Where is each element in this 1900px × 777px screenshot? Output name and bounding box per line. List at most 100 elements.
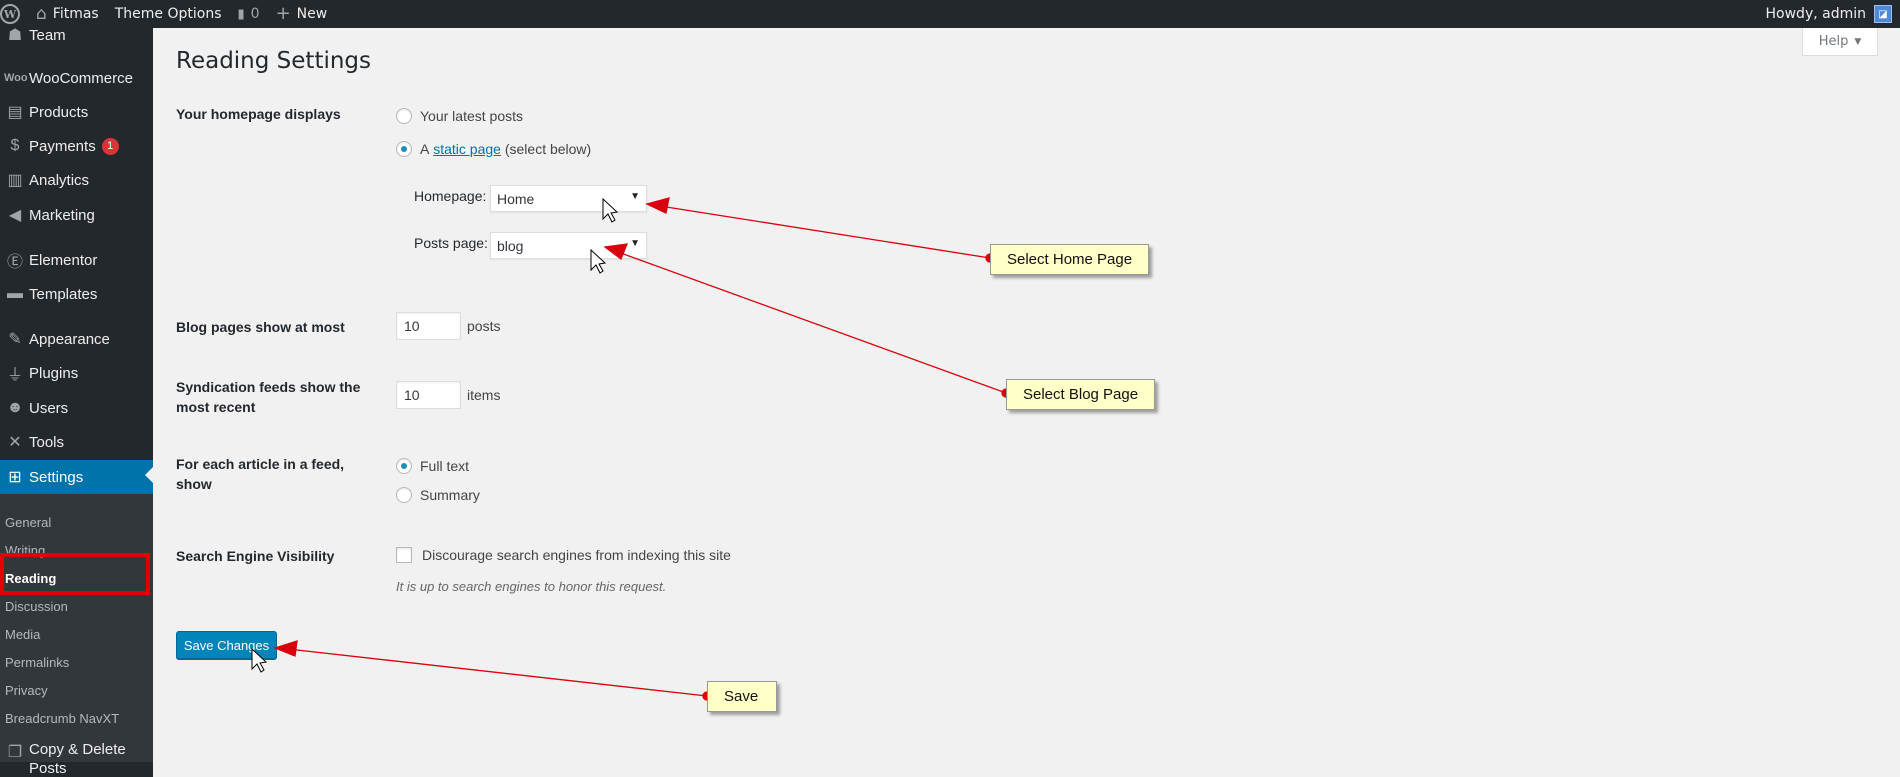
- comments-link[interactable]: ▮ 0: [230, 0, 268, 28]
- sidebar-item-marketing[interactable]: ◀ Marketing: [0, 200, 153, 230]
- option-summary[interactable]: Summary: [396, 487, 480, 503]
- copy-delete-line1: Copy & Delete: [29, 741, 126, 758]
- option-latest-posts[interactable]: Your latest posts: [396, 108, 523, 124]
- callout-select-home-page: Select Home Page: [990, 244, 1149, 275]
- submenu-media[interactable]: Media: [5, 627, 40, 642]
- howdy-text: Howdy, admin: [1765, 6, 1866, 22]
- option-full-text[interactable]: Full text: [396, 458, 469, 474]
- sidebar-item-appearance[interactable]: ✎ Appearance: [0, 324, 153, 354]
- my-account-menu[interactable]: Howdy, admin ◪: [1766, 5, 1900, 23]
- syndication-unit: items: [467, 387, 501, 403]
- sidebar-item-label: Settings: [29, 468, 84, 486]
- homepage-displays-label: Your homepage displays: [176, 106, 341, 122]
- paintbrush-icon: ✎: [8, 331, 22, 348]
- search-visibility-description: It is up to search engines to honor this…: [396, 579, 667, 594]
- woocommerce-icon: Woo: [4, 72, 28, 84]
- static-page-radio[interactable]: [396, 141, 412, 157]
- submenu-general[interactable]: General: [5, 515, 51, 530]
- static-page-prefix: A: [420, 141, 430, 157]
- help-label: Help: [1818, 34, 1849, 49]
- callout-save: Save: [707, 681, 777, 712]
- posts-page-select[interactable]: blog ▼: [490, 232, 647, 259]
- sidebar-item-settings[interactable]: ⊞ Settings: [0, 460, 153, 494]
- static-page-link[interactable]: static page: [433, 141, 501, 157]
- settings-icon: ⊞: [8, 469, 22, 486]
- sidebar-item-label: Elementor: [29, 251, 98, 269]
- team-icon: ☗: [7, 28, 23, 44]
- search-visibility-label: Search Engine Visibility: [176, 548, 335, 564]
- triangle-down-icon: ▼: [1854, 36, 1862, 47]
- wp-logo-menu[interactable]: W: [0, 0, 28, 28]
- summary-label: Summary: [420, 487, 480, 503]
- dropdown-arrow-icon: ▼: [630, 191, 640, 202]
- sidebar-item-label: Tools: [29, 433, 65, 451]
- new-label: New: [296, 6, 328, 22]
- latest-posts-label: Your latest posts: [420, 108, 523, 124]
- sidebar-item-products[interactable]: ▤ Products: [0, 97, 153, 127]
- sidebar-item-label: Users: [29, 399, 69, 417]
- sidebar-item-plugins[interactable]: ⏚ Plugins: [0, 358, 153, 388]
- sidebar-item-label: Payments: [29, 137, 96, 155]
- sidebar-item-users[interactable]: ☻ Users: [0, 393, 153, 423]
- submenu-breadcrumb-navxt[interactable]: Breadcrumb NavXT: [5, 711, 119, 726]
- sidebar-item-copy-delete-posts[interactable]: ❐ Copy & Delete Posts: [0, 740, 153, 777]
- copy-delete-line2: Posts: [29, 760, 67, 777]
- new-content-link[interactable]: + New: [268, 0, 336, 28]
- homepage-select-value: Home: [497, 190, 535, 207]
- comment-icon: ▮: [237, 6, 245, 22]
- discourage-search-checkbox[interactable]: [396, 547, 412, 563]
- page-title: Reading Settings: [176, 48, 372, 74]
- blog-pages-input[interactable]: 10: [396, 312, 461, 340]
- summary-radio[interactable]: [396, 487, 412, 503]
- theme-options-label: Theme Options: [114, 6, 222, 22]
- theme-options-link[interactable]: Theme Options: [107, 0, 230, 28]
- discourage-search-option[interactable]: Discourage search engines from indexing …: [396, 547, 731, 563]
- dollar-icon: $: [10, 137, 20, 154]
- callout-select-blog-page: Select Blog Page: [1006, 379, 1155, 410]
- elementor-icon: Ⓔ: [6, 254, 23, 271]
- home-icon: ⌂: [36, 3, 47, 24]
- sidebar-item-analytics[interactable]: ▥ Analytics: [0, 165, 153, 195]
- sidebar-item-elementor[interactable]: Ⓔ Elementor: [0, 245, 153, 275]
- option-static-page[interactable]: A static page (select below): [396, 141, 591, 157]
- megaphone-icon: ◀: [8, 207, 22, 224]
- users-icon: ☻: [6, 399, 24, 416]
- sidebar-item-label: Analytics: [29, 171, 90, 189]
- avatar: ◪: [1874, 5, 1892, 23]
- sidebar-item-woocommerce[interactable]: Woo WooCommerce: [0, 63, 153, 93]
- site-name-link[interactable]: ⌂ Fitmas: [28, 0, 107, 28]
- sidebar-item-label: Templates: [29, 285, 98, 303]
- sidebar-item-label: Copy & Delete Posts: [29, 740, 126, 777]
- admin-sidebar: ☗ Team Woo WooCommerce ▤ Products $ Paym…: [0, 28, 153, 777]
- full-text-radio[interactable]: [396, 458, 412, 474]
- save-changes-button[interactable]: Save Changes: [176, 631, 277, 659]
- homepage-select-label: Homepage:: [414, 188, 487, 204]
- syndication-label: Syndication feeds show the most recent: [176, 379, 361, 415]
- sidebar-item-label: Products: [29, 103, 89, 121]
- submenu-permalinks[interactable]: Permalinks: [5, 655, 69, 670]
- settings-submenu: General Writing Reading Discussion Media…: [0, 494, 153, 762]
- sidebar-item-tools[interactable]: ✕ Tools: [0, 427, 153, 457]
- submenu-discussion[interactable]: Discussion: [5, 599, 68, 614]
- plugin-icon: ⏚: [6, 367, 23, 384]
- syndication-input[interactable]: 10: [396, 381, 461, 409]
- sidebar-item-payments[interactable]: $ Payments 1: [0, 131, 153, 161]
- discourage-search-label: Discourage search engines from indexing …: [422, 547, 731, 563]
- admin-bar: W ⌂ Fitmas Theme Options ▮ 0 + New Howdy…: [0, 0, 1900, 28]
- comments-count: 0: [250, 6, 260, 22]
- copy-icon: ❐: [7, 744, 23, 761]
- site-name: Fitmas: [52, 6, 99, 22]
- chart-bar-icon: ▥: [7, 172, 23, 189]
- sidebar-item-team[interactable]: ☗ Team: [0, 28, 153, 50]
- homepage-select[interactable]: Home ▼: [490, 185, 647, 212]
- wordpress-icon: W: [0, 4, 20, 24]
- submenu-privacy[interactable]: Privacy: [5, 683, 48, 698]
- sidebar-item-label: Plugins: [29, 364, 79, 382]
- sidebar-item-templates[interactable]: ▬ Templates: [0, 279, 153, 309]
- static-page-suffix: (select below): [504, 141, 592, 157]
- blog-pages-label: Blog pages show at most: [176, 319, 345, 335]
- latest-posts-radio[interactable]: [396, 108, 412, 124]
- sidebar-item-label: Appearance: [29, 330, 110, 348]
- help-tab[interactable]: Help ▼: [1802, 28, 1878, 56]
- posts-page-select-label: Posts page:: [414, 235, 488, 251]
